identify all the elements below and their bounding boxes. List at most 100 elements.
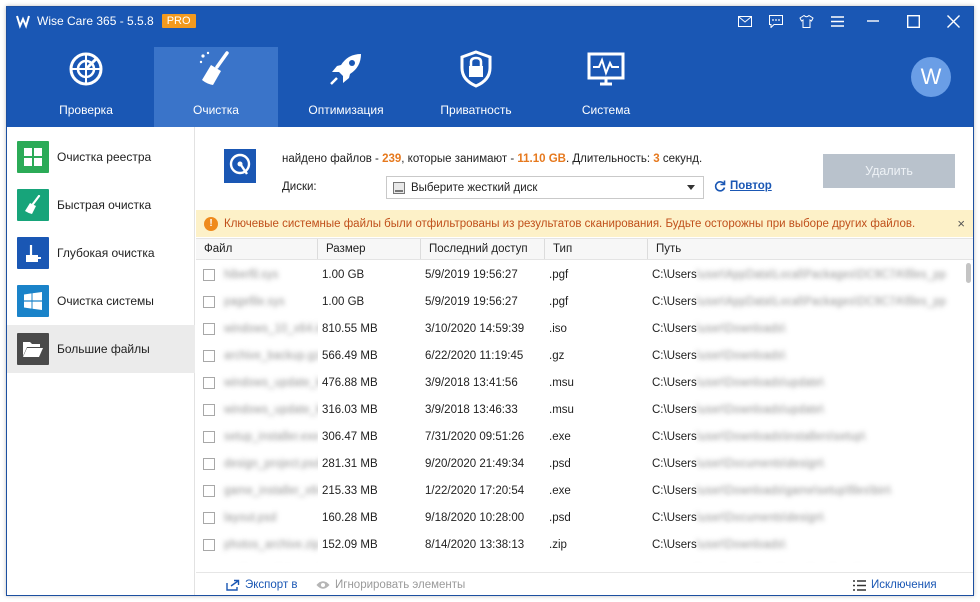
- row-checkbox[interactable]: [203, 295, 215, 308]
- delete-button[interactable]: Удалить: [823, 154, 955, 188]
- nav-privacy[interactable]: Приватность: [414, 47, 538, 125]
- column-header-last-access[interactable]: Последний доступ: [421, 239, 545, 259]
- sidebar-item-label: Глубокая очистка: [57, 246, 155, 260]
- table-row[interactable]: package_data.nupkg145.09 MB4/25/2019 16:…: [196, 558, 962, 563]
- hard-drive-icon: [224, 149, 256, 183]
- avatar[interactable]: W: [911, 57, 951, 97]
- last-access-cell: 7/31/2020 09:51:26: [425, 430, 525, 443]
- sidebar-item-system-clean[interactable]: Очистка системы: [7, 277, 195, 325]
- table-row[interactable]: setup_installer.exe 306.47 MB 7/31/2020 09…: [196, 423, 962, 450]
- path-cell: C:\Users \user\Downloads\installers\setup…: [648, 423, 962, 450]
- sidebar-item-registry-cleaner[interactable]: Очистка реестра: [7, 133, 195, 181]
- size-cell: 476.88 MB: [322, 376, 378, 389]
- exclusions-button[interactable]: Исключения: [852, 578, 937, 592]
- ignore-items-label: Игнорировать элементы: [335, 579, 466, 591]
- path-rest: \user\Downloads\: [696, 538, 786, 551]
- column-header-type[interactable]: Тип: [545, 239, 648, 259]
- table-row[interactable]: layout.psd 160.28 MB 9/18/2020 10:28:00 .ps…: [196, 504, 962, 531]
- path-rest: \user\Downloads\game\setup\files\bin\: [696, 484, 892, 497]
- table-row[interactable]: design_project.psd 281.31 MB 9/20/2020 21:…: [196, 450, 962, 477]
- last-access-cell: 6/22/2020 11:19:45: [425, 349, 524, 362]
- last-access-cell: 8/14/2020 13:38:13: [425, 538, 525, 551]
- scrollbar-thumb[interactable]: [966, 263, 971, 283]
- path-prefix: C:\Users: [652, 430, 697, 443]
- size-cell: 566.49 MB: [322, 349, 378, 362]
- export-button[interactable]: Экспорт в: [226, 578, 298, 592]
- nav-system[interactable]: Система: [544, 47, 668, 125]
- row-checkbox[interactable]: [203, 349, 215, 362]
- last-access-cell: 3/9/2018 13:41:56: [425, 376, 518, 389]
- column-header-file[interactable]: Файл: [196, 239, 318, 259]
- file-cell: game_installer_x64.exe: [196, 477, 318, 504]
- skin-icon[interactable]: [791, 7, 822, 35]
- file-name: hiberfil.sys: [224, 268, 279, 281]
- path-cell: C:\Users \user\AppData\Local\Packages\DC9…: [648, 288, 962, 315]
- table-row[interactable]: game_installer_x64.exe 215.33 MB 1/22/2020…: [196, 477, 962, 504]
- path-rest: \user\Documents\design\: [696, 511, 824, 524]
- path-cell: C:\Users \user\Documents\design\: [648, 450, 962, 477]
- table-row[interactable]: pagefile.sys 1.00 GB 5/9/2019 19:56:27 .pgf…: [196, 288, 962, 315]
- row-checkbox[interactable]: [203, 511, 215, 524]
- row-checkbox[interactable]: [203, 457, 215, 470]
- size-cell: 160.28 MB: [322, 511, 378, 524]
- row-checkbox[interactable]: [203, 322, 215, 335]
- row-checkbox[interactable]: [203, 430, 215, 443]
- file-count: 239: [382, 153, 402, 165]
- total-size: 11.10 GB: [517, 153, 566, 165]
- table-row[interactable]: windows_update_kb2.msu 316.03 MB 3/9/2018 …: [196, 396, 962, 423]
- maximize-icon[interactable]: [893, 7, 933, 35]
- disk-select-dropdown[interactable]: Выберите жесткий диск: [386, 176, 704, 199]
- file-cell: hiberfil.sys: [196, 261, 318, 288]
- table-header: Файл Размер Последний доступ Тип Путь: [196, 238, 973, 260]
- row-checkbox[interactable]: [203, 484, 215, 497]
- file-cell: archive_backup.gz: [196, 342, 318, 369]
- row-checkbox[interactable]: [203, 268, 215, 281]
- sidebar-item-label: Быстрая очистка: [57, 198, 152, 212]
- table-row[interactable]: photos_archive.zip 152.09 MB 8/14/2020 13:…: [196, 531, 962, 558]
- table-row[interactable]: hiberfil.sys 1.00 GB 5/9/2019 19:56:27 .pgf…: [196, 261, 962, 288]
- minimize-icon[interactable]: [853, 7, 893, 35]
- nav-cleaner[interactable]: Очистка: [154, 47, 278, 127]
- disks-label: Диски:: [282, 181, 317, 193]
- nav-checkup[interactable]: Проверка: [24, 47, 148, 125]
- nav-label: Проверка: [59, 103, 113, 117]
- sidebar-item-label: Большие файлы: [57, 342, 150, 356]
- column-header-size[interactable]: Размер: [318, 239, 421, 259]
- sidebar-item-deep-clean[interactable]: Глубокая очистка: [7, 229, 195, 277]
- quick-clean-icon: [17, 189, 49, 221]
- ignore-items-button[interactable]: Игнорировать элементы: [316, 578, 465, 592]
- feedback-icon[interactable]: [760, 7, 791, 35]
- repeat-scan-label: Повтор: [730, 180, 772, 192]
- warning-icon: !: [204, 216, 218, 231]
- table-row[interactable]: windows_10_x64.iso 810.55 MB 3/10/2020 14:…: [196, 315, 962, 342]
- close-icon[interactable]: ×: [957, 216, 965, 231]
- footer-toolbar: Экспорт в Игнорировать элементы Исключен…: [196, 572, 973, 595]
- table-row[interactable]: windows_update_kb.msu 476.88 MB 3/9/2018 1…: [196, 369, 962, 396]
- nav-label: Система: [581, 103, 631, 117]
- row-checkbox[interactable]: [203, 538, 215, 551]
- nav-optimization[interactable]: Оптимизация: [284, 47, 408, 125]
- mail-icon[interactable]: [729, 7, 760, 35]
- repeat-scan-link[interactable]: Повтор: [714, 180, 772, 192]
- table-row[interactable]: archive_backup.gz 566.49 MB 6/22/2020 11:1…: [196, 342, 962, 369]
- close-icon[interactable]: [933, 7, 973, 35]
- type-cell: .zip: [549, 538, 567, 551]
- file-name: design_project.psd: [224, 457, 318, 470]
- path-prefix: C:\Users: [652, 457, 697, 470]
- windows-icon: [17, 285, 49, 317]
- export-label: Экспорт в: [245, 579, 298, 591]
- file-cell: layout.psd: [196, 504, 318, 531]
- sidebar-item-large-files[interactable]: Большие файлы: [7, 325, 195, 373]
- size-cell: 810.55 MB: [322, 322, 378, 335]
- type-cell: .exe: [549, 484, 571, 497]
- file-name: game_installer_x64.exe: [224, 484, 318, 497]
- nav-label: Очистка: [193, 103, 239, 117]
- path-cell: C:\Users \user\AppData\Local\Packages\DC9…: [648, 261, 962, 288]
- row-checkbox[interactable]: [203, 403, 215, 416]
- row-checkbox[interactable]: [203, 376, 215, 389]
- column-header-path[interactable]: Путь: [648, 239, 973, 259]
- summary-middle: , которые занимают -: [401, 153, 518, 165]
- menu-icon[interactable]: [822, 7, 853, 35]
- monitor-icon: [586, 49, 626, 89]
- sidebar-item-quick-clean[interactable]: Быстрая очистка: [7, 181, 195, 229]
